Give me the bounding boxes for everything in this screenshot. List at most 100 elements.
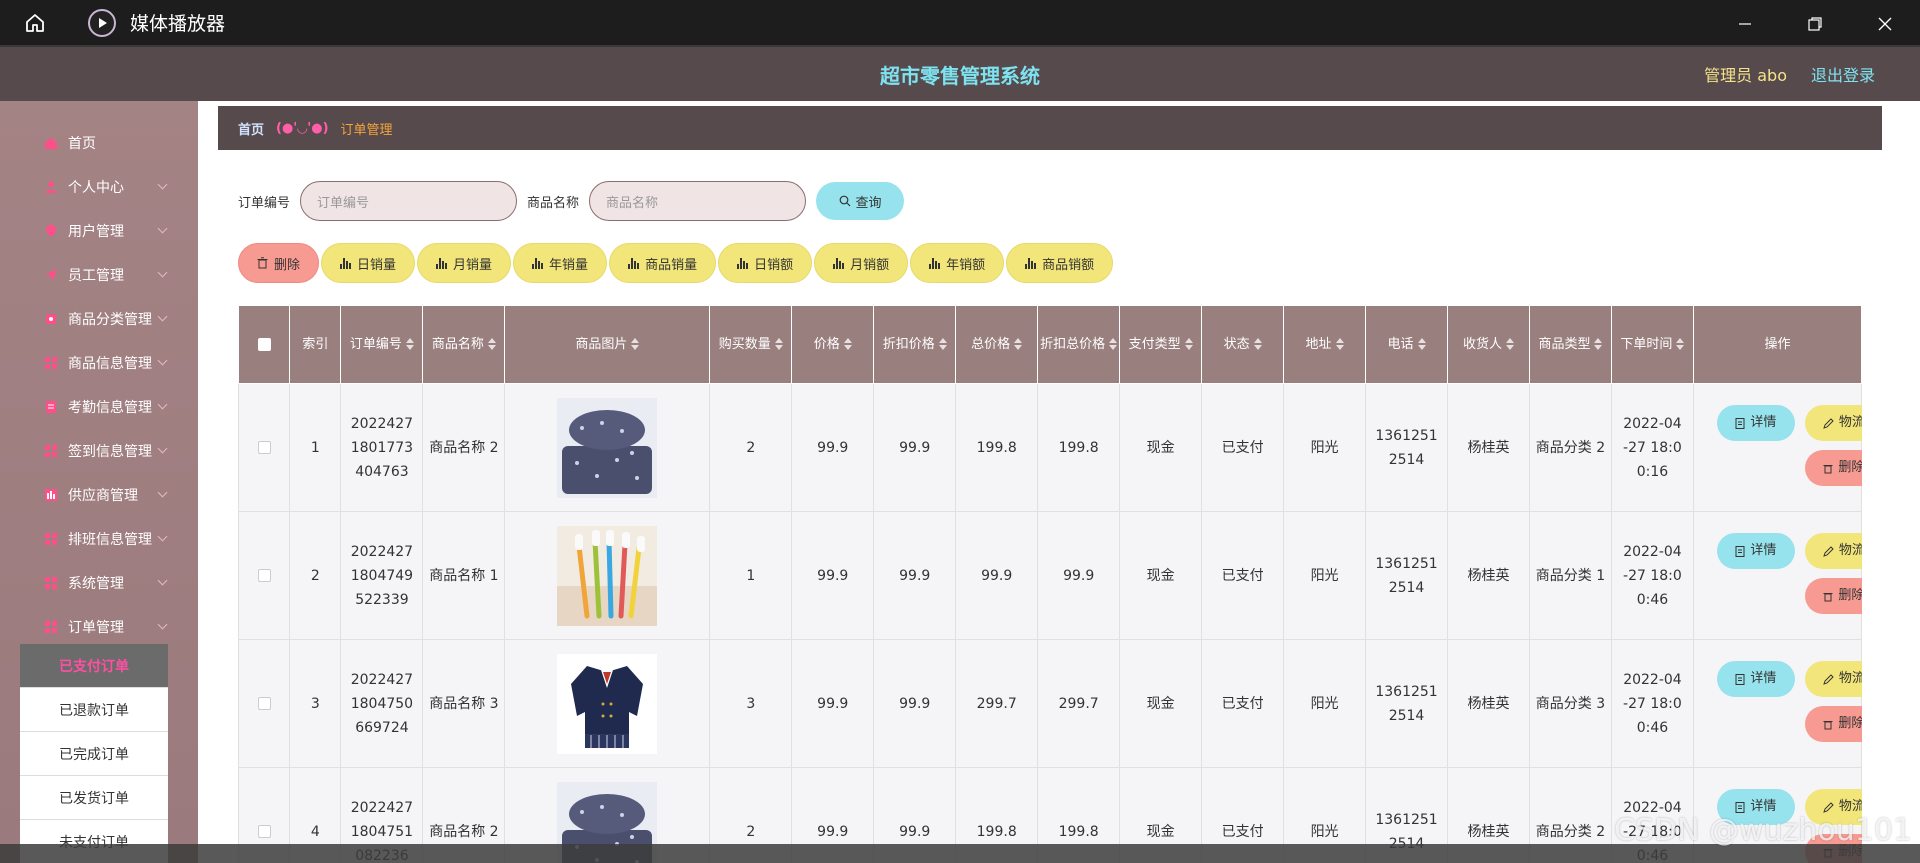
delete-button[interactable]: 删除 — [1804, 706, 1862, 742]
column-header-4[interactable]: 购买数量 — [709, 305, 793, 384]
query-button[interactable]: 查询 — [816, 182, 905, 220]
batch-delete-label: 删除 — [274, 257, 301, 273]
column-header-8[interactable]: 折扣总价格 — [1037, 305, 1121, 384]
grid-icon — [44, 576, 58, 590]
stats-button-label: 年销量 — [549, 257, 589, 273]
column-header-1[interactable]: 订单编号 — [340, 305, 424, 384]
logout-link[interactable]: 退出登录 — [1811, 62, 1875, 86]
logistics-button[interactable]: 物流 — [1804, 405, 1862, 441]
sidebar-item-label: 系统管理 — [68, 576, 124, 592]
detail-button[interactable]: 详情 — [1716, 661, 1795, 697]
order-number-input[interactable]: 订单编号 — [300, 181, 518, 221]
sort-icon[interactable] — [1253, 338, 1262, 350]
row-checkbox[interactable] — [257, 697, 271, 710]
column-header-2[interactable]: 商品名称 — [422, 305, 506, 384]
search-icon — [839, 195, 850, 207]
logistics-button[interactable]: 物流 — [1804, 533, 1862, 569]
sort-icon[interactable] — [774, 338, 783, 350]
sidebar-item-9[interactable]: 排班信息管理 — [0, 517, 198, 561]
cell-type: 商品分类 1 — [1528, 511, 1612, 640]
product-name-input[interactable]: 商品名称 — [589, 181, 807, 221]
sort-icon[interactable] — [938, 338, 947, 350]
column-header-9[interactable]: 支付类型 — [1119, 305, 1203, 384]
sidebar-item-10[interactable]: 系统管理 — [0, 561, 198, 605]
column-header-15[interactable]: 下单时间 — [1610, 305, 1694, 384]
sort-icon[interactable] — [631, 338, 640, 350]
bar-chart-icon — [532, 257, 544, 269]
sort-icon[interactable] — [1594, 338, 1603, 350]
stats-button-5[interactable]: 月销额 — [814, 243, 909, 283]
sort-icon[interactable] — [1506, 338, 1514, 350]
detail-button[interactable]: 详情 — [1716, 533, 1795, 569]
column-header-11[interactable]: 地址 — [1283, 305, 1367, 384]
sidebar-subitem-3[interactable]: 已发货订单 — [20, 776, 168, 820]
column-header-label: 商品图片 — [575, 336, 628, 352]
row-checkbox[interactable] — [257, 825, 271, 838]
logistics-button[interactable]: 物流 — [1804, 661, 1862, 697]
column-header-label: 总价格 — [971, 336, 1011, 352]
detail-button[interactable]: 详情 — [1716, 405, 1795, 441]
sidebar-item-11[interactable]: 订单管理 — [0, 605, 198, 649]
sidebar-item-2[interactable]: 用户管理 — [0, 209, 198, 253]
sort-icon[interactable] — [405, 338, 414, 350]
row-checkbox[interactable] — [257, 441, 271, 454]
delete-button[interactable]: 删除 — [1804, 450, 1862, 486]
column-header-3[interactable]: 商品图片 — [504, 305, 711, 384]
sidebar-item-3[interactable]: 员工管理 — [0, 253, 198, 297]
delete-button[interactable]: 删除 — [1804, 578, 1862, 614]
cell-index: 3 — [289, 639, 342, 768]
sidebar-subitem-1[interactable]: 已退款订单 — [20, 688, 168, 732]
chevron-down-icon — [157, 267, 168, 278]
column-header-0: 索引 — [289, 305, 342, 384]
column-header-7[interactable]: 总价格 — [955, 305, 1039, 384]
stats-button-0[interactable]: 日销量 — [321, 243, 416, 283]
table-row: 2 2022427 1804749 522339 商品名称 1 1 99.9 99.9 99… — [238, 511, 1862, 640]
column-header-5[interactable]: 价格 — [791, 305, 875, 384]
sidebar-item-5[interactable]: 商品信息管理 — [0, 341, 198, 385]
batch-delete-button[interactable]: 删除 — [238, 243, 320, 283]
stats-button-3[interactable]: 商品销量 — [609, 243, 717, 283]
edit-icon — [1823, 801, 1834, 813]
restore-icon[interactable] — [1780, 0, 1850, 47]
sort-icon[interactable] — [1109, 338, 1118, 350]
column-header-6[interactable]: 折扣价格 — [873, 305, 957, 384]
stats-button-7[interactable]: 商品销额 — [1006, 243, 1114, 283]
minimize-icon[interactable] — [1710, 0, 1780, 47]
sort-icon[interactable] — [487, 338, 496, 350]
sort-icon[interactable] — [1335, 338, 1344, 350]
column-header-12[interactable]: 电话 — [1365, 305, 1449, 384]
stats-button-2[interactable]: 年销量 — [513, 243, 608, 283]
column-header-label: 折扣价格 — [882, 336, 935, 352]
stats-button-1[interactable]: 月销量 — [417, 243, 512, 283]
sidebar-item-6[interactable]: 考勤信息管理 — [0, 385, 198, 429]
sort-icon[interactable] — [1184, 338, 1193, 350]
stats-button-4[interactable]: 日销额 — [718, 243, 813, 283]
cell-receiver: 杨桂英 — [1447, 383, 1530, 512]
home-icon[interactable] — [0, 0, 70, 46]
close-icon[interactable] — [1850, 0, 1920, 47]
cell-qty: 2 — [709, 383, 793, 512]
sort-icon[interactable] — [1417, 338, 1426, 350]
sidebar-item-1[interactable]: 个人中心 — [0, 165, 198, 209]
sidebar-subitem-0[interactable]: 已支付订单 — [20, 644, 168, 688]
sidebar-item-8[interactable]: 供应商管理 — [0, 473, 198, 517]
sidebar-item-4[interactable]: 商品分类管理 — [0, 297, 198, 341]
stats-button-6[interactable]: 年销额 — [910, 243, 1005, 283]
column-header-14[interactable]: 商品类型 — [1528, 305, 1612, 384]
cell-index: 2 — [289, 511, 342, 640]
column-header-13[interactable]: 收货人 — [1447, 305, 1530, 384]
sidebar-subitem-2[interactable]: 已完成订单 — [20, 732, 168, 776]
select-all-checkbox[interactable] — [257, 337, 271, 351]
sort-icon[interactable] — [843, 338, 852, 350]
sort-icon[interactable] — [1676, 338, 1685, 350]
breadcrumb-home[interactable]: 首页 — [238, 119, 264, 138]
product-image — [557, 397, 658, 498]
sidebar-item-7[interactable]: 签到信息管理 — [0, 429, 198, 473]
cell-pay: 现金 — [1119, 639, 1203, 768]
cell-status: 已支付 — [1201, 639, 1285, 768]
sidebar-item-0[interactable]: 首页 — [0, 121, 198, 165]
logistics-label: 物流 — [1838, 543, 1862, 558]
sort-icon[interactable] — [1014, 338, 1023, 350]
column-header-10[interactable]: 状态 — [1201, 305, 1285, 384]
row-checkbox[interactable] — [257, 569, 271, 582]
